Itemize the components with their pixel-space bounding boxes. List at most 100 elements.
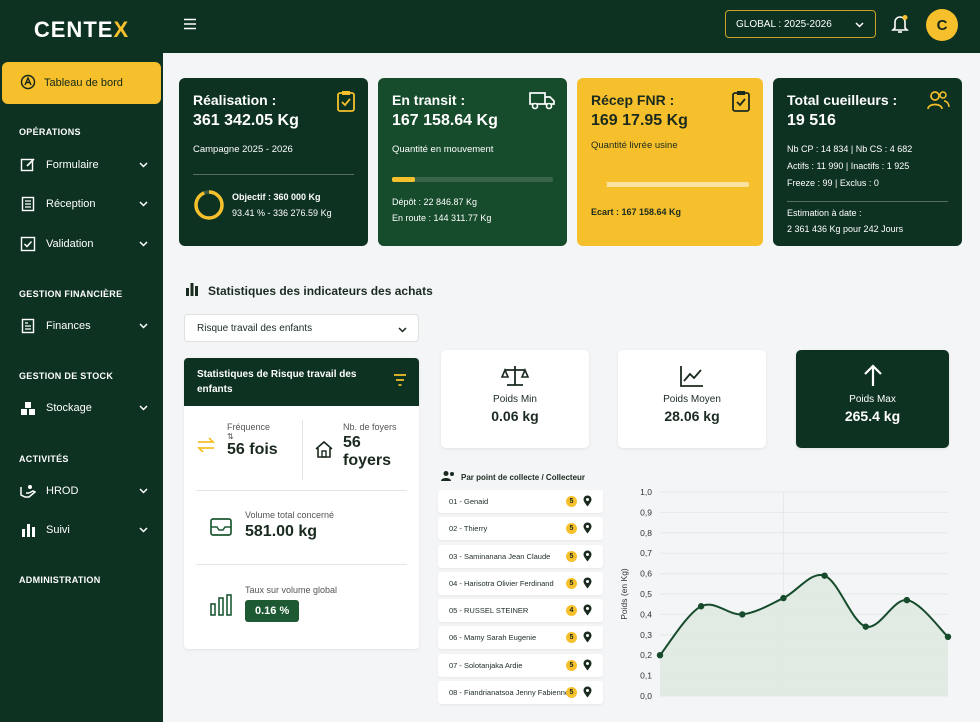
kpi-value: 19 516 <box>787 112 836 129</box>
count-badge: 5 <box>566 496 577 507</box>
weight-max-label: Poids Max <box>849 394 896 405</box>
sidebar: CENTE X Tableau de bord OPÉRATIONS Formul… <box>0 0 163 722</box>
kpi-ecart: Ecart : 167 158.64 Kg <box>591 207 682 217</box>
avatar[interactable]: C <box>926 9 958 41</box>
sidebar-item-validation[interactable]: Validation <box>0 233 163 255</box>
sidebar-item-label: Formulaire <box>46 159 99 171</box>
risk-card-title: Statistiques de Risque travail des enfan… <box>197 369 357 395</box>
map-pin-icon[interactable] <box>583 522 592 536</box>
sidebar-item-label: Validation <box>46 238 94 250</box>
count-badge: 5 <box>566 577 577 589</box>
list-item[interactable]: 03 - Saminanana Jean Claude 5 <box>438 544 603 568</box>
chevron-down-icon <box>138 320 149 334</box>
risk-card-header: Statistiques de Risque travail des enfan… <box>184 358 419 406</box>
filter-icon[interactable] <box>393 374 407 391</box>
boxes-icon <box>19 400 37 416</box>
kpi-estimation-label: Estimation à date : <box>787 208 862 218</box>
volume-value: 581.00 kg <box>245 523 318 540</box>
collecteur-name: 06 - Mamy Sarah Eugenie <box>449 633 537 643</box>
brand-name-accent: X <box>113 17 130 42</box>
chevron-down-icon <box>397 324 408 338</box>
chevron-down-icon <box>138 198 149 212</box>
indicator-select[interactable]: Risque travail des enfants <box>184 314 419 342</box>
menu-icon[interactable] <box>183 17 197 36</box>
chevron-down-icon <box>854 19 865 33</box>
kpi-freeze: Freeze : 99 | Exclus : 0 <box>787 178 879 188</box>
campaign-selector-value: GLOBAL : 2025-2026 <box>736 18 832 30</box>
kpi-title: Récep FNR : <box>591 92 675 108</box>
taux-label: Taux sur volume global <box>245 585 338 595</box>
sidebar-item-stockage[interactable]: Stockage <box>0 397 163 419</box>
chevron-down-icon <box>138 402 149 416</box>
bar-chart-icon <box>185 282 199 299</box>
map-pin-icon[interactable] <box>583 550 592 564</box>
list-item[interactable]: 07 - Solotanjaka Ardie 5 <box>438 653 603 677</box>
sidebar-item-formulaire[interactable]: Formulaire <box>0 154 163 176</box>
map-pin-icon[interactable] <box>583 604 592 618</box>
kpi-title: Réalisation : <box>193 92 277 108</box>
sidebar-item-dashboard[interactable]: Tableau de bord <box>2 62 161 104</box>
sidebar-item-label: Suivi <box>46 524 70 536</box>
collecteurs-title: Par point de collecte / Collecteur <box>441 470 585 484</box>
kpi-depot: Dépôt : 22 846.87 Kg <box>392 197 478 207</box>
bell-icon[interactable] <box>891 14 909 39</box>
list-item[interactable]: 05 - RUSSEL STEINER 4 <box>438 599 603 623</box>
y-tick-label: 0,3 <box>640 630 652 640</box>
clipboard-check-icon <box>731 90 751 117</box>
collecteur-name: 04 - Harisotra Olivier Ferdinand <box>449 578 554 588</box>
list-item[interactable]: 01 - Genaid 5 <box>438 490 603 513</box>
frequency-label: Fréquence <box>227 422 271 432</box>
count-badge: 4 <box>566 605 577 617</box>
sidebar-item-finances[interactable]: Finances <box>0 315 163 337</box>
truck-icon <box>529 90 555 115</box>
kpi-title: Total cueilleurs : <box>787 92 898 108</box>
list-item[interactable]: 08 - Fiandrianatsoa Jenny Fabienne 5 <box>438 681 603 705</box>
invoice-icon <box>19 318 37 334</box>
y-tick-label: 0,8 <box>640 528 652 538</box>
map-pin-icon[interactable] <box>583 631 592 645</box>
volume-label: Volume total concerné <box>245 510 335 520</box>
sidebar-item-reception[interactable]: Réception <box>0 193 163 215</box>
kpi-nb-cp: Nb CP : 14 834 | Nb CS : 4 682 <box>787 144 913 154</box>
chevron-down-icon <box>138 159 149 173</box>
section-operations: OPÉRATIONS <box>19 127 81 137</box>
weight-max-value: 265.4 kg <box>844 408 901 424</box>
map-pin-icon[interactable] <box>583 577 592 591</box>
campaign-selector[interactable]: GLOBAL : 2025-2026 <box>725 10 876 38</box>
series-area <box>660 574 948 696</box>
bar-chart-icon <box>19 522 37 538</box>
map-pin-icon[interactable] <box>583 495 592 509</box>
data-point <box>780 594 787 602</box>
y-tick-label: 0,6 <box>640 569 652 579</box>
map-pin-icon[interactable] <box>583 659 592 673</box>
sidebar-item-hrod[interactable]: HROD <box>0 480 163 502</box>
data-point <box>739 611 746 618</box>
map-pin-icon[interactable] <box>583 686 592 700</box>
collecteur-name: 07 - Solotanjaka Ardie <box>449 660 523 670</box>
y-tick-label: 0,7 <box>640 548 652 558</box>
list-item[interactable]: 04 - Harisotra Olivier Ferdinand 5 <box>438 571 603 595</box>
taux-value: 0.16 % <box>245 600 300 622</box>
collecteurs-title-text: Par point de collecte / Collecteur <box>461 472 586 482</box>
kpi-estimation-value: 2 361 436 Kg pour 242 Jours <box>787 224 904 234</box>
list-item[interactable]: 06 - Mamy Sarah Eugenie 5 <box>438 626 603 650</box>
kpi-value: 361 342.05 Kg <box>193 112 299 129</box>
kpi-subtitle: Campagne 2025 - 2026 <box>193 144 293 155</box>
section-admin[interactable]: ADMINISTRATION <box>0 575 101 585</box>
collecteur-name: 08 - Fiandrianatsoa Jenny Fabienne <box>449 688 570 698</box>
list-item[interactable]: 02 - Thierry 5 <box>438 517 603 541</box>
frequency-value: 56 fois <box>227 441 278 458</box>
swap-icon <box>196 436 216 459</box>
y-tick-label: 0,5 <box>640 589 652 599</box>
y-tick-label: 0,0 <box>640 691 652 701</box>
collecteur-name: 02 - Thierry <box>449 524 488 534</box>
sidebar-item-label: Stockage <box>46 402 92 414</box>
y-tick-label: 0,4 <box>640 609 652 619</box>
collecteur-name: 01 - Genaid <box>449 497 489 506</box>
wallet-icon <box>210 518 232 541</box>
sidebar-item-suivi[interactable]: Suivi <box>0 519 163 541</box>
data-point <box>944 633 952 641</box>
indicator-select-value: Risque travail des enfants <box>197 322 313 334</box>
check-square-icon <box>19 236 37 252</box>
document-icon <box>19 196 37 212</box>
